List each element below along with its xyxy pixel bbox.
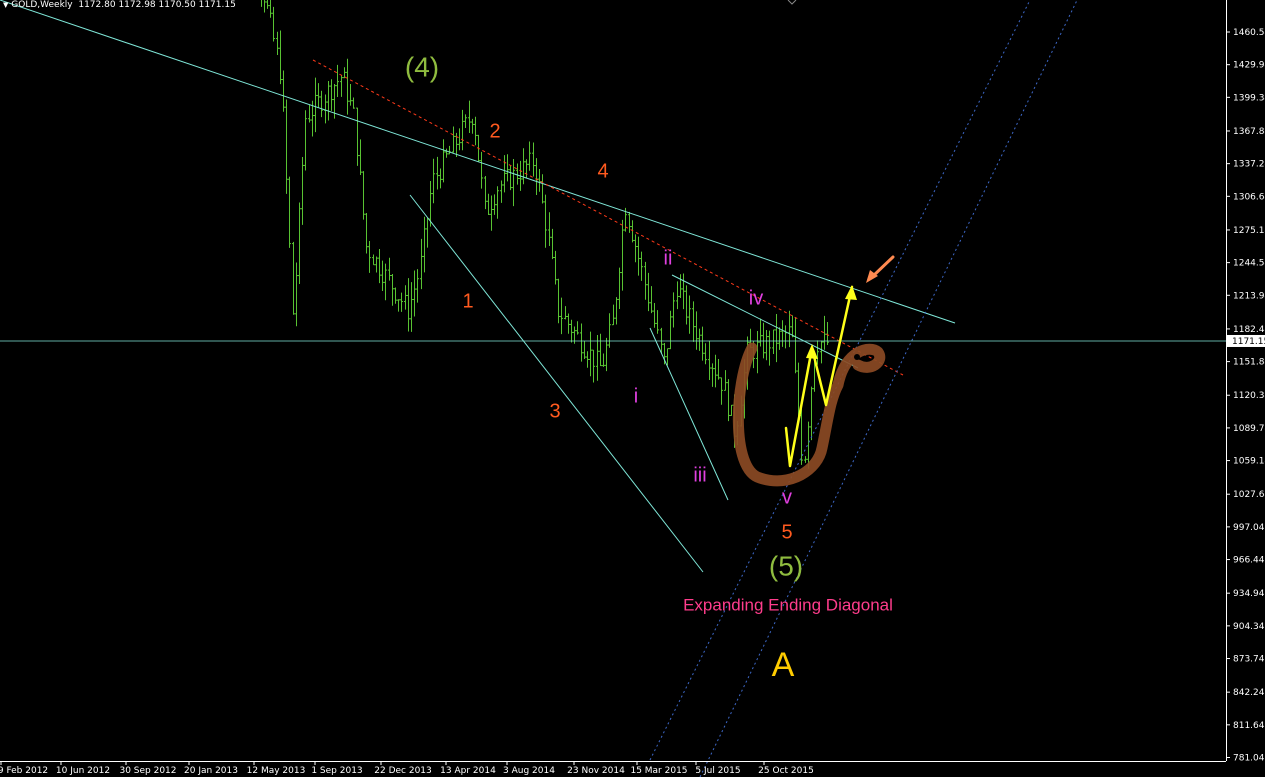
current-price-label: 1171.15 (1232, 337, 1265, 347)
wave-label: Expanding Ending Diagonal (683, 595, 893, 614)
y-tick-label: 781.04 (1233, 754, 1265, 764)
axes-layer: 1460.54 1429.94 1399.34 1367.84 1337.24 1306.… (0, 0, 1265, 776)
y-tick-label: 1027.64 (1233, 490, 1265, 500)
scroll-marker-icon (787, 0, 797, 5)
wave-label: 1 (462, 290, 473, 312)
y-tick-label: 873.74 (1233, 655, 1265, 665)
x-tick-label: 9 Feb 2012 (0, 766, 48, 776)
wave-label: i (634, 385, 638, 407)
y-tick-label: 966.44 (1233, 556, 1265, 566)
x-tick-label: 5 Jul 2015 (695, 766, 740, 776)
x-tick-label: 12 May 2013 (247, 766, 306, 776)
x-tick-label: 25 Oct 2015 (758, 766, 814, 776)
x-tick-label: 3 Aug 2014 (503, 766, 555, 776)
dashed-resistance-line (312, 59, 904, 376)
wave-label: ii (664, 247, 673, 269)
wave-label: iv (749, 287, 763, 309)
y-tick-label: 1337.24 (1233, 160, 1265, 170)
wave-label: (5) (769, 550, 803, 581)
x-tick-label: 22 Dec 2013 (374, 766, 432, 776)
y-tick-label: 811.64 (1233, 721, 1265, 731)
x-tick-label: 1 Sep 2013 (311, 766, 362, 776)
x-tick-label: 13 Apr 2014 (440, 766, 496, 776)
ohlc-values: 1172.80 1172.98 1170.50 1171.15 (78, 0, 236, 10)
y-tick-label: 934.94 (1233, 589, 1265, 599)
y-tick-label: 1275.14 (1233, 226, 1265, 236)
wave-label: (4) (405, 51, 439, 82)
collapse-triangle-icon[interactable]: ▼ (3, 1, 8, 9)
y-tick-label: 1089.74 (1233, 424, 1265, 434)
y-tick-label: 842.24 (1233, 688, 1265, 698)
y-tick-label: 1429.94 (1233, 61, 1265, 71)
y-tick-label: 1306.64 (1233, 192, 1265, 202)
wave-label: v (782, 486, 792, 508)
y-tick-label: 904.34 (1233, 622, 1265, 632)
arrowhead-up-icon (845, 285, 857, 300)
wave-label: 4 (597, 160, 608, 182)
y-tick-label: 1213.94 (1233, 291, 1265, 301)
wave-label: 2 (489, 120, 500, 142)
y-tick-label: 1182.44 (1233, 325, 1265, 335)
wave-label: 5 (781, 521, 792, 543)
arrowhead-mid-icon (806, 344, 818, 359)
y-tick-label: 1151.84 (1233, 358, 1265, 368)
wave-iii-lower-line (649, 327, 729, 501)
wave-label: 3 (549, 400, 560, 422)
channel-line-right (699, 0, 1078, 777)
x-tick-label: 20 Jan 2013 (184, 766, 238, 776)
wave-ii-iv-line (671, 274, 859, 369)
drawn-lines-layer (0, 0, 1226, 777)
y-tick-label: 1460.54 (1233, 28, 1265, 38)
y-tick-label: 1244.54 (1233, 259, 1265, 269)
y-tick-label: 997.04 (1233, 523, 1265, 533)
y-tick-label: 1367.84 (1233, 127, 1265, 137)
upper-trendline (0, 0, 956, 324)
y-tick-label: 1120.34 (1233, 391, 1265, 401)
y-tick-label: 1399.34 (1233, 93, 1265, 103)
symbol-header: ▼ GOLD,Weekly 1172.80 1172.98 1170.50 11… (3, 0, 236, 10)
wave-3-lower-line (409, 194, 704, 573)
brush-dot (854, 354, 860, 360)
y-tick-label: 1059.14 (1233, 457, 1265, 467)
x-tick-label: 15 Mar 2015 (630, 766, 687, 776)
symbol-name: GOLD,Weekly (11, 0, 73, 10)
wave-label: A (772, 646, 795, 684)
x-tick-label: 30 Sep 2012 (119, 766, 176, 776)
x-tick-label: 10 Jun 2012 (56, 766, 110, 776)
price-chart[interactable]: (4)24135iiiviiiiv(5)Expanding Ending Dia… (0, 0, 1265, 777)
wave-label: iii (693, 464, 706, 486)
x-tick-label: 23 Nov 2014 (567, 766, 625, 776)
